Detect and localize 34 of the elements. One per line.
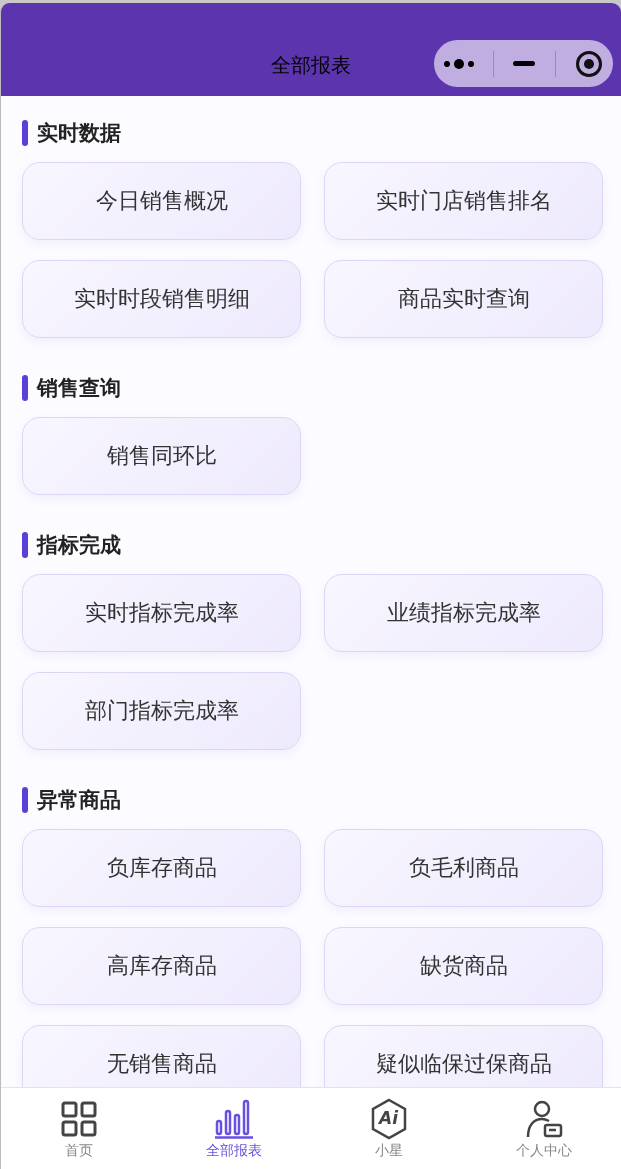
minimize-icon[interactable] — [513, 60, 536, 67]
user-icon — [524, 1100, 563, 1138]
tab-item[interactable]: 首页 — [1, 1088, 156, 1169]
report-card[interactable]: 实时时段销售明细 — [22, 260, 301, 338]
report-card[interactable]: 业绩指标完成率 — [324, 574, 603, 652]
report-card[interactable]: 商品实时查询 — [324, 260, 603, 338]
section-marker — [22, 787, 28, 813]
report-card[interactable]: 缺货商品 — [324, 927, 603, 1005]
grid-icon — [60, 1101, 97, 1137]
window-title: 全部报表 — [271, 52, 351, 79]
bar-chart-icon — [213, 1099, 254, 1139]
report-card[interactable]: 负库存商品 — [22, 829, 301, 907]
report-card[interactable]: 疑似临保过保商品 — [324, 1025, 603, 1087]
report-card[interactable]: 高库存商品 — [22, 927, 301, 1005]
section-title: 销售查询 — [37, 375, 121, 402]
report-card[interactable]: 今日销售概况 — [22, 162, 301, 240]
report-card[interactable]: 实时指标完成率 — [22, 574, 301, 652]
section-title: 异常商品 — [37, 787, 121, 814]
more-icon[interactable] — [443, 57, 474, 70]
close-icon[interactable] — [575, 49, 604, 78]
tab-item[interactable]: 全部报表 — [156, 1088, 311, 1169]
tab-item[interactable]: Ai 小星 — [311, 1088, 466, 1169]
report-card[interactable]: 实时门店销售排名 — [324, 162, 603, 240]
section-marker — [22, 120, 28, 146]
section-title: 实时数据 — [37, 120, 121, 147]
section-marker — [22, 375, 28, 401]
ai-hexagon-icon: Ai — [369, 1098, 408, 1140]
section-title: 指标完成 — [37, 532, 121, 559]
report-card[interactable]: 负毛利商品 — [324, 829, 603, 907]
report-card[interactable]: 销售同环比 — [22, 417, 301, 495]
report-card[interactable]: 无销售商品 — [22, 1025, 301, 1087]
section-marker — [22, 532, 28, 558]
report-card[interactable]: 部门指标完成率 — [22, 672, 301, 750]
tab-item[interactable]: 个人中心 — [466, 1088, 621, 1169]
